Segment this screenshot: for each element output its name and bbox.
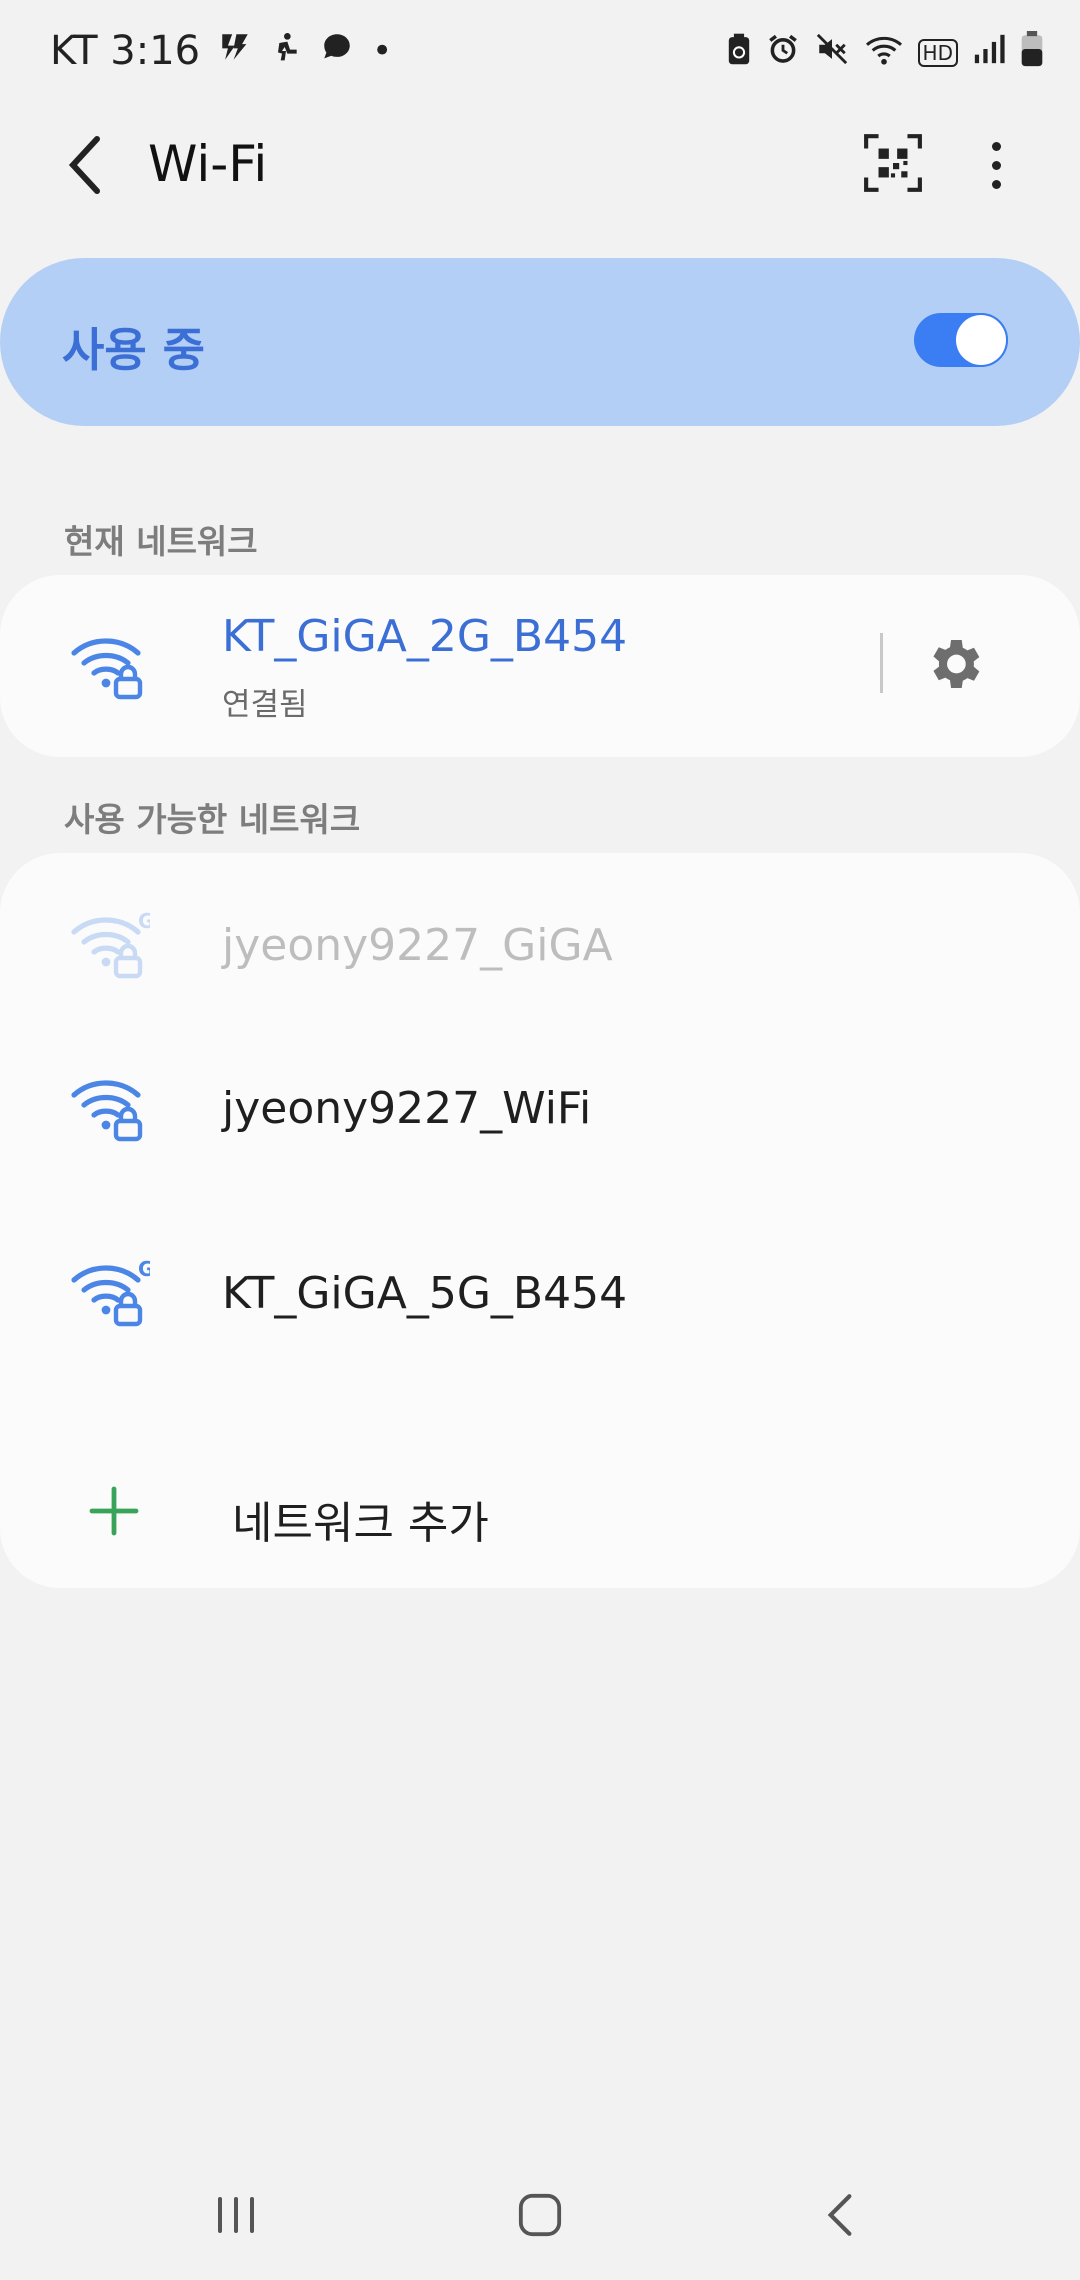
signal-icon (972, 32, 1006, 74)
status-dot: • (372, 31, 393, 71)
page-title: Wi-Fi (148, 135, 268, 193)
qr-code-icon (864, 134, 922, 192)
status-right: HD (726, 30, 1044, 76)
app-bar: Wi-Fi (0, 110, 1080, 220)
status-left: KT 3:16 • (50, 28, 392, 74)
more-options-icon (991, 141, 1001, 151)
carrier-time: KT 3:16 (50, 28, 201, 74)
back-button[interactable] (50, 130, 120, 200)
hd-badge: HD (917, 39, 958, 67)
mute-icon (814, 32, 850, 74)
current-network-name: KT_GiGA_2G_B454 (222, 611, 628, 662)
accessibility-icon (270, 31, 302, 72)
band-badge: G (138, 910, 150, 933)
network-settings-button[interactable] (922, 632, 986, 696)
wifi-lock-giga-icon: G (71, 1258, 150, 1327)
recent-apps-button[interactable] (196, 2182, 276, 2248)
network-row-jyeony9227-giga[interactable]: G jyeony9227_GiGA (0, 875, 1080, 1015)
recent-apps-icon (218, 2197, 254, 2233)
master-switch-label: 사용 중 (62, 323, 205, 377)
notification-icon (218, 30, 252, 73)
wifi-master-switch-card[interactable]: 사용 중 (0, 258, 1080, 426)
network-name: KT_GiGA_5G_B454 (222, 1268, 628, 1319)
battery-icon (1020, 30, 1044, 76)
add-network-label: 네트워크 추가 (232, 1498, 489, 1549)
network-name: jyeony9227_WiFi (222, 1083, 592, 1134)
gear-icon (933, 640, 980, 688)
current-network-header: 현재 네트워크 (64, 522, 258, 561)
chat-bubble-icon (320, 30, 354, 73)
navigation-bar (0, 2150, 1080, 2280)
battery-saver-icon (726, 32, 752, 74)
current-network-status: 연결됨 (222, 687, 308, 723)
wifi-status-icon (864, 32, 904, 74)
alarm-icon (766, 32, 800, 74)
toggle-knob (956, 315, 1006, 365)
qr-code-button[interactable] (862, 132, 924, 194)
home-icon (518, 2193, 562, 2237)
add-network-button[interactable]: 네트워크 추가 (0, 1443, 1080, 1583)
available-networks-card: G jyeony9227_GiGA jyeony9227_WiFi G KT_G… (0, 853, 1080, 1588)
back-nav-button[interactable] (800, 2182, 880, 2248)
network-row-kt-giga-5g[interactable]: G KT_GiGA_5G_B454 (0, 1223, 1080, 1363)
status-bar: KT 3:16 • HD (0, 0, 1080, 110)
network-row-jyeony9227-wifi[interactable]: jyeony9227_WiFi (0, 1038, 1080, 1178)
home-button[interactable] (500, 2182, 580, 2248)
network-name: jyeony9227_GiGA (222, 920, 613, 971)
wifi-lock-icon (71, 1080, 143, 1142)
wifi-lock-icon (71, 638, 143, 700)
band-badge: G (138, 1258, 150, 1281)
wifi-lock-giga-icon: G (71, 910, 150, 979)
more-options-button[interactable] (966, 132, 1026, 198)
chevron-left-icon (827, 2194, 852, 2236)
wifi-toggle[interactable] (914, 313, 1008, 367)
plus-icon (89, 1486, 139, 1536)
available-networks-header: 사용 가능한 네트워크 (64, 800, 361, 839)
divider (880, 633, 883, 693)
current-network-card[interactable]: KT_GiGA_2G_B454 연결됨 (0, 575, 1080, 757)
chevron-left-icon (68, 136, 100, 194)
